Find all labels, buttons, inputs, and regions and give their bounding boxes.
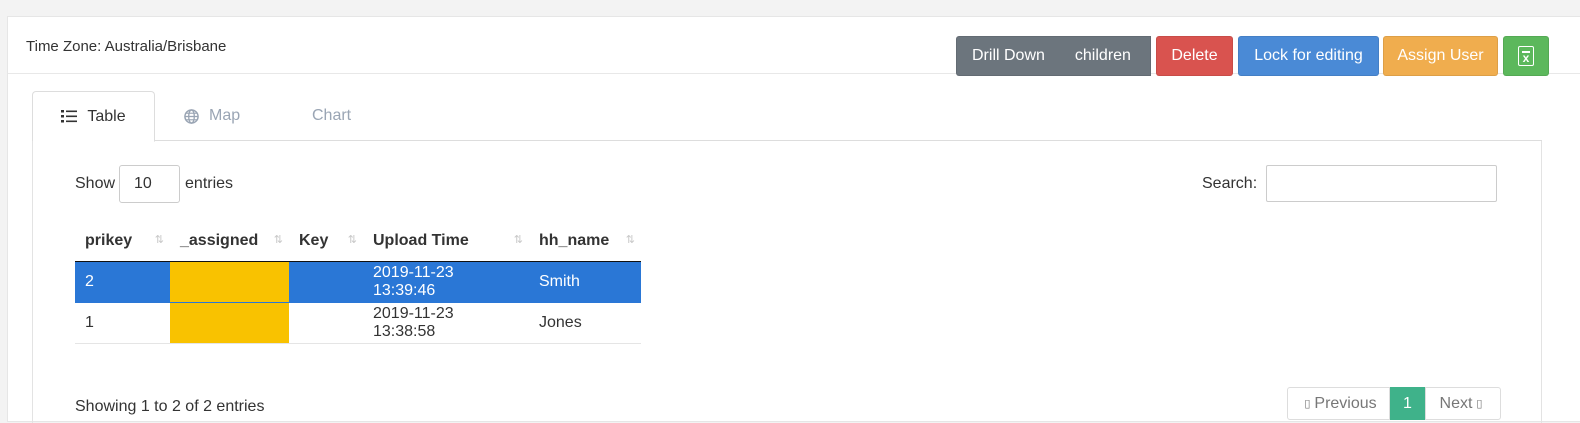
table-row[interactable]: 1 2019-11-23 13:38:58 Jones	[75, 302, 641, 344]
sort-icon: ⇅	[273, 234, 283, 246]
search-control: Search:	[1202, 165, 1498, 202]
globe-icon	[184, 108, 199, 124]
assign-user-button[interactable]: Assign User	[1383, 36, 1498, 76]
sort-icon: ⇅	[154, 234, 164, 246]
previous-page-button[interactable]: ▯ Previous	[1287, 387, 1390, 420]
tab-chart-label: Chart	[312, 107, 352, 124]
children-label: children	[1074, 47, 1131, 64]
records-table: prikey ⇅ _assigned ⇅ Key ⇅ Upload Time ⇅	[75, 221, 641, 344]
cell-hh-name: Jones	[529, 302, 641, 344]
export-excel-button[interactable]: x	[1503, 36, 1549, 76]
column-header-label: prikey	[85, 231, 133, 249]
tab-table[interactable]: Table	[32, 91, 155, 142]
excel-icon: x	[1518, 46, 1534, 66]
cell-key	[289, 302, 363, 344]
next-label: Next	[1439, 394, 1473, 412]
timezone-label: Time Zone: Australia/Brisbane	[26, 38, 227, 55]
pagination: ▯ Previous 1 Next ▯	[1287, 387, 1501, 420]
column-header-label: hh_name	[539, 231, 610, 249]
column-header-key[interactable]: Key ⇅	[289, 221, 363, 262]
cell-upload-time: 2019-11-23 13:38:58	[363, 302, 529, 344]
tab-table-label: Table	[87, 107, 126, 125]
previous-label: Previous	[1314, 394, 1377, 412]
drill-down-label: Drill Down	[972, 47, 1045, 64]
sort-icon: ⇅	[513, 234, 523, 246]
chevron-left-icon: ▯	[1304, 398, 1311, 410]
delete-button[interactable]: Delete	[1156, 36, 1233, 76]
panel-header: Time Zone: Australia/Brisbane Drill Down…	[8, 17, 1580, 76]
column-header-label: Key	[299, 231, 329, 249]
search-label: Search:	[1202, 174, 1258, 192]
column-header-upload-time[interactable]: Upload Time ⇅	[363, 221, 529, 262]
entries-label: entries	[185, 175, 234, 192]
cell-prikey: 2	[75, 261, 170, 303]
cell-hh-name: Smith	[529, 261, 641, 303]
length-control: Show 10 entries	[75, 165, 233, 203]
column-header-label: Upload Time	[373, 231, 469, 249]
show-label: Show	[75, 175, 116, 192]
tab-map[interactable]: Map	[184, 91, 240, 141]
lock-for-editing-button[interactable]: Lock for editing	[1238, 36, 1379, 76]
column-header-label: _assigned	[180, 231, 259, 249]
column-header-assigned[interactable]: _assigned ⇅	[170, 221, 289, 262]
table-row[interactable]: 2 2019-11-23 13:39:46 Smith	[75, 261, 641, 303]
chevron-right-icon: ▯	[1476, 398, 1483, 410]
cell-assigned	[170, 261, 289, 303]
list-icon	[61, 110, 78, 123]
cell-prikey: 1	[75, 302, 170, 344]
tab-map-label: Map	[209, 107, 241, 124]
sort-icon: ⇅	[625, 234, 635, 246]
cell-assigned	[170, 302, 289, 344]
page-length-select[interactable]: 10	[119, 165, 181, 203]
table-tab-content: Show 10 entries Search: prikey ⇅ _assign…	[32, 141, 1542, 423]
next-page-button[interactable]: Next ▯	[1425, 387, 1501, 420]
cell-key	[289, 261, 363, 303]
drill-down-button[interactable]: Drill Down children	[956, 36, 1151, 76]
sort-icon: ⇅	[347, 234, 357, 246]
column-header-prikey[interactable]: prikey ⇅	[75, 221, 170, 262]
main-panel: Time Zone: Australia/Brisbane Drill Down…	[7, 16, 1580, 423]
table-info: Showing 1 to 2 of 2 entries	[75, 398, 265, 415]
table-header-row: prikey ⇅ _assigned ⇅ Key ⇅ Upload Time ⇅	[75, 221, 641, 262]
page-1-button[interactable]: 1	[1390, 387, 1425, 420]
tab-chart[interactable]: Chart	[312, 91, 351, 141]
search-input[interactable]	[1266, 165, 1498, 202]
column-header-hh-name[interactable]: hh_name ⇅	[529, 221, 641, 262]
cell-upload-time: 2019-11-23 13:39:46	[363, 261, 529, 303]
view-tabs: Table Map Chart	[32, 91, 1542, 142]
